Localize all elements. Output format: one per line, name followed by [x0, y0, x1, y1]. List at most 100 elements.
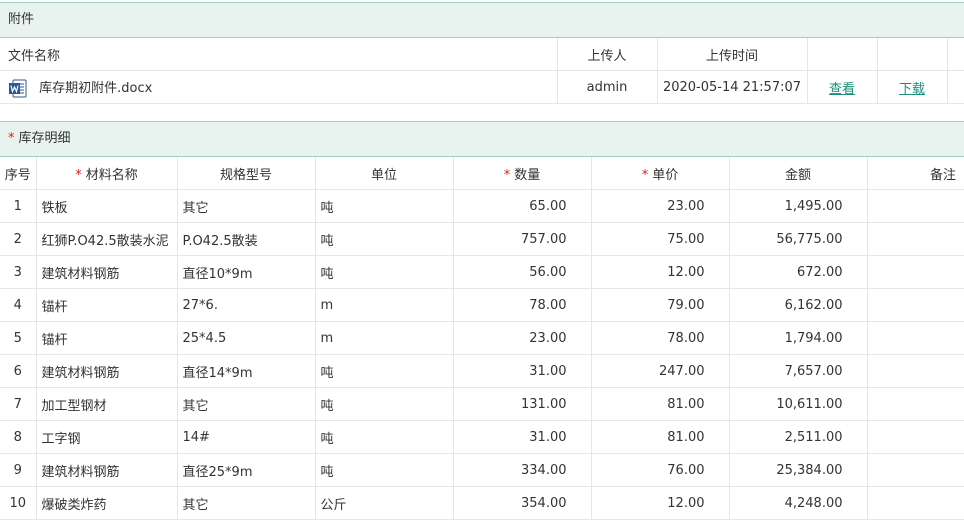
- attachment-upload-time: 2020-05-14 21:57:07: [657, 70, 808, 104]
- cell-remark: [867, 222, 964, 256]
- cell-unit: 吨: [315, 255, 454, 289]
- cell-index: 3: [0, 255, 37, 289]
- cell-remark: [867, 189, 964, 223]
- cell-price: 78.00: [591, 321, 730, 355]
- cell-amount: 2,511.00: [729, 420, 868, 454]
- cell-qty: 31.00: [453, 420, 592, 454]
- attachment-file-name[interactable]: 库存期初附件.docx: [39, 81, 152, 96]
- cell-index: 4: [0, 288, 37, 322]
- attachments-title: 附件: [8, 12, 35, 27]
- inventory-section-header: * 库存明细: [0, 121, 964, 157]
- inventory-row: 8 工字钢 14# 吨 31.00 81.00 2,511.00: [0, 420, 964, 454]
- cell-unit: m: [315, 321, 454, 355]
- cell-price: 12.00: [591, 255, 730, 289]
- cell-price: 75.00: [591, 222, 730, 256]
- cell-price: 23.00: [591, 189, 730, 223]
- cell-material-name: 锚杆: [36, 321, 178, 355]
- cell-material-name: 加工型钢材: [36, 387, 178, 421]
- cell-amount: 1,495.00: [729, 189, 868, 223]
- cell-material-name: 铁板: [36, 189, 178, 223]
- inventory-row: 4 锚杆 27*6. m 78.00 79.00 6,162.00: [0, 288, 964, 322]
- cell-remark: [867, 321, 964, 355]
- col-header-view: [807, 38, 878, 71]
- cell-spec: 25*4.5: [177, 321, 316, 355]
- cell-index: 5: [0, 321, 37, 355]
- required-mark: *: [8, 131, 15, 146]
- cell-index: 8: [0, 420, 37, 454]
- attachments-table: 文件名称 上传人 上传时间 库存期初附件.docx admin 2020-05-…: [0, 38, 964, 104]
- cell-spec: 27*6.: [177, 288, 316, 322]
- inventory-table: 序号 * 材料名称 规格型号 单位 * 数量 * 单价 金额 备注 1 铁板 其它吨 65.…: [0, 157, 964, 520]
- inventory-header-row: 序号 * 材料名称 规格型号 单位 * 数量 * 单价 金额 备注: [0, 157, 964, 190]
- cell-qty: 757.00: [453, 222, 592, 256]
- cell-spec: 直径25*9m: [177, 453, 316, 487]
- required-mark: *: [503, 167, 511, 183]
- cell-amount: 10,611.00: [729, 387, 868, 421]
- cell-index: 6: [0, 354, 37, 388]
- download-link[interactable]: 下载: [899, 82, 925, 97]
- cell-material-name: 建筑材料钢筋: [36, 453, 178, 487]
- col-header-spec: 规格型号: [177, 157, 316, 190]
- cell-index: 9: [0, 453, 37, 487]
- cell-material-name: 工字钢: [36, 420, 178, 454]
- cell-material-name: 红狮P.O42.5散装水泥: [36, 222, 178, 256]
- cell-qty: 78.00: [453, 288, 592, 322]
- attachment-spacer: [947, 70, 964, 104]
- cell-remark: [867, 420, 964, 454]
- inventory-title: 库存明细: [18, 131, 71, 146]
- cell-unit: 吨: [315, 354, 454, 388]
- cell-qty: 65.00: [453, 189, 592, 223]
- cell-amount: 672.00: [729, 255, 868, 289]
- cell-qty: 131.00: [453, 387, 592, 421]
- cell-unit: 公斤: [315, 486, 454, 520]
- cell-qty: 23.00: [453, 321, 592, 355]
- cell-material-name: 建筑材料钢筋: [36, 255, 178, 289]
- col-header-uploader: 上传人: [557, 38, 658, 71]
- cell-remark: [867, 387, 964, 421]
- cell-remark: [867, 354, 964, 388]
- inventory-row: 9 建筑材料钢筋 直径25*9m 吨 334.00 76.00 25,384.00: [0, 453, 964, 487]
- cell-qty: 31.00: [453, 354, 592, 388]
- inventory-row: 6 建筑材料钢筋 直径14*9m 吨 31.00 247.00 7,657.00: [0, 354, 964, 388]
- inventory-row: 3 建筑材料钢筋 直径10*9m 吨 56.00 12.00 672.00: [0, 255, 964, 289]
- col-header-upload-time: 上传时间: [657, 38, 808, 71]
- col-header-unit: 单位: [315, 157, 454, 190]
- col-header-name: * 材料名称: [36, 157, 178, 190]
- required-mark: *: [641, 167, 649, 183]
- attachment-row: 库存期初附件.docx admin 2020-05-14 21:57:07 查看…: [0, 70, 964, 104]
- cell-material-name: 锚杆: [36, 288, 178, 322]
- cell-material-name: 建筑材料钢筋: [36, 354, 178, 388]
- cell-qty: 56.00: [453, 255, 592, 289]
- cell-unit: m: [315, 288, 454, 322]
- attachment-view-cell: 查看: [807, 70, 878, 104]
- cell-amount: 6,162.00: [729, 288, 868, 322]
- cell-index: 7: [0, 387, 37, 421]
- cell-spec: 其它: [177, 387, 316, 421]
- cell-index: 10: [0, 486, 37, 520]
- cell-spec: 直径14*9m: [177, 354, 316, 388]
- attachment-uploader: admin: [557, 70, 658, 104]
- inventory-row: 1 铁板 其它吨 65.00 23.00 1,495.00: [0, 189, 964, 223]
- cell-index: 2: [0, 222, 37, 256]
- cell-remark: [867, 486, 964, 520]
- attachment-file-cell: 库存期初附件.docx: [0, 70, 558, 104]
- cell-amount: 56,775.00: [729, 222, 868, 256]
- cell-index: 1: [0, 189, 37, 223]
- cell-unit: 吨: [315, 189, 454, 223]
- col-header-remark: 备注: [867, 157, 964, 190]
- inventory-row: 2 红狮P.O42.5散装水泥 P.O42.5散装吨 757.00 75.00 56,77…: [0, 222, 964, 256]
- col-header-spacer: [947, 38, 964, 71]
- col-header-download: [877, 38, 948, 71]
- cell-unit: 吨: [315, 420, 454, 454]
- cell-spec: P.O42.5散装: [177, 222, 316, 256]
- attachment-download-cell: 下载: [877, 70, 948, 104]
- cell-price: 79.00: [591, 288, 730, 322]
- col-header-amount: 金额: [729, 157, 868, 190]
- cell-price: 12.00: [591, 486, 730, 520]
- cell-spec: 其它: [177, 189, 316, 223]
- cell-amount: 7,657.00: [729, 354, 868, 388]
- cell-remark: [867, 453, 964, 487]
- view-link[interactable]: 查看: [829, 82, 855, 97]
- inventory-row: 7 加工型钢材 其它吨 131.00 81.00 10,611.00: [0, 387, 964, 421]
- col-header-file-name: 文件名称: [0, 38, 558, 71]
